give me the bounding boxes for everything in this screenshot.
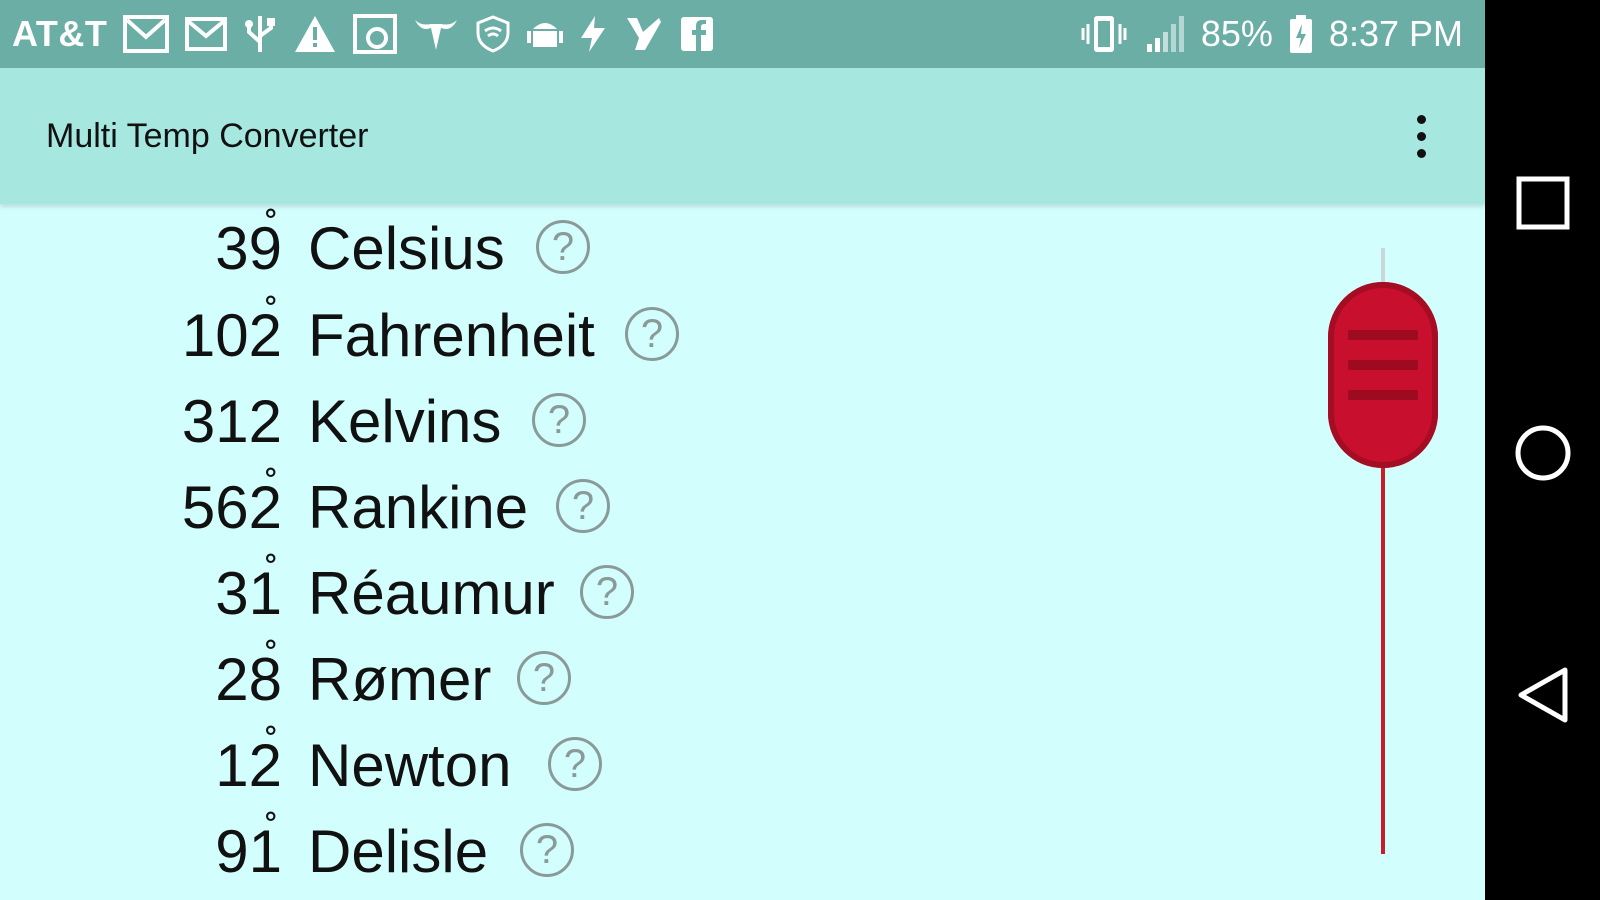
recents-icon[interactable] [1485,148,1600,258]
help-icon[interactable]: ? [517,651,571,705]
mail-icon [185,14,228,54]
degree-symbol: ˚ [265,293,279,337]
status-bar: AT&T 85% 8:37 PM [0,0,1485,68]
scale-name: Rankine [308,474,529,541]
battery-icon [1289,14,1313,54]
degree-symbol: ˚ [265,809,279,853]
temperature-row: 12 ˚ Newton? [0,723,900,809]
help-icon[interactable]: ? [556,479,610,533]
help-icon[interactable]: ? [532,393,586,447]
help-icon[interactable]: ? [536,220,590,274]
temperature-row: 312 Kelvins? [0,379,900,465]
photo-icon [353,14,398,54]
status-right: 85% 8:37 PM [1079,13,1463,55]
scale-name: Delisle [308,818,489,885]
converter-list: 39 ˚ Celsius? 102 ˚ Fahrenheit? 312 Kelvins? 562… [0,204,1485,900]
back-icon[interactable] [1485,640,1600,750]
temperature-value[interactable]: 39 [82,214,282,284]
temperature-row: 91 ˚ Delisle? [0,809,900,895]
warning-icon [293,14,337,54]
screen: AT&T 85% 8:37 PM Multi Temp Converter 39… [0,0,1600,900]
degree-symbol: ˚ [265,551,279,595]
temperature-row: 28 ˚ Rømer? [0,637,900,723]
temperature-value[interactable]: 312 [82,387,282,457]
temperature-row: 562 ˚ Rankine? [0,465,900,551]
status-left: AT&T [12,13,715,55]
android-icon [527,14,564,54]
navigation-bar [1485,0,1600,900]
more-vert-icon[interactable] [1403,106,1439,166]
scale-name: Fahrenheit [308,302,595,369]
scale-name: Réaumur [308,560,555,627]
scale-name: Celsius [308,215,505,282]
vibrate-icon [1079,14,1129,54]
temperature-value[interactable]: 12 [82,731,282,801]
scale-name: Newton [308,732,512,799]
gmail-icon [123,14,170,54]
carrier-label: AT&T [12,13,108,54]
facebook-icon [679,14,715,54]
degree-symbol: ˚ [265,465,279,509]
lightning-icon [579,14,607,54]
app-bar: Multi Temp Converter [0,68,1485,204]
wifi-shield-icon [475,14,511,54]
temperature-row: 39 ˚ Celsius? [0,206,900,292]
signal-icon [1145,14,1185,54]
degree-symbol: ˚ [265,206,279,250]
checkmark-icon [623,14,663,54]
scale-name: Rømer [308,646,492,713]
clock: 8:37 PM [1328,13,1463,54]
home-icon[interactable] [1485,398,1600,508]
temperature-slider-thumb[interactable] [1328,282,1438,468]
temperature-row: 31 ˚ Réaumur? [0,551,900,637]
temperature-value[interactable]: 91 [82,817,282,887]
temperature-value[interactable]: 102 [82,301,282,371]
usb-icon [243,14,277,54]
help-icon[interactable]: ? [580,565,634,619]
degree-symbol: ˚ [265,637,279,681]
battery-percent: 85% [1200,13,1273,54]
temperature-row: 102 ˚ Fahrenheit? [0,293,900,379]
degree-symbol: ˚ [265,723,279,767]
bull-icon [413,14,459,54]
temperature-value[interactable]: 562 [82,473,282,543]
scale-name: Kelvins [308,388,502,455]
app-title: Multi Temp Converter [46,116,369,155]
temperature-value[interactable]: 28 [82,645,282,715]
help-icon[interactable]: ? [520,823,574,877]
help-icon[interactable]: ? [548,737,602,791]
help-icon[interactable]: ? [625,307,679,361]
temperature-value[interactable]: 31 [82,559,282,629]
